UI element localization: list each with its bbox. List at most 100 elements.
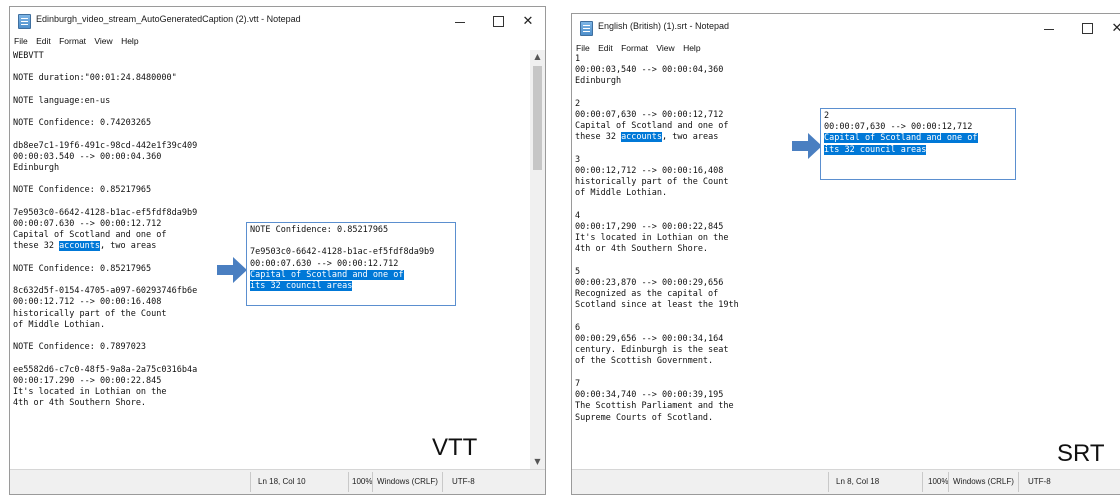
- menu-format[interactable]: Format: [621, 43, 648, 53]
- text-line: NOTE duration:"00:01:24.8480000": [13, 73, 177, 84]
- minimize-button[interactable]: [1030, 14, 1068, 43]
- close-button[interactable]: ✕: [509, 7, 545, 36]
- text-line: 00:00:07,630 --> 00:00:12,712: [575, 110, 724, 121]
- text-segment: , two areas: [662, 132, 719, 143]
- text-editor[interactable]: WEBVTT NOTE duration:"00:01:24.8480000" …: [13, 51, 197, 410]
- vtt-label: VTT: [432, 434, 478, 461]
- text-line: of Middle Lothian.: [13, 319, 106, 330]
- menu-edit[interactable]: Edit: [36, 36, 51, 46]
- text-line: 00:00:12.712 --> 00:00:16.408: [13, 297, 162, 308]
- text-line: NOTE language:en-us: [13, 95, 111, 106]
- menu-help[interactable]: Help: [121, 36, 138, 46]
- menu-edit[interactable]: Edit: [598, 43, 613, 53]
- menu-view[interactable]: View: [94, 36, 112, 46]
- text-line: [13, 197, 197, 208]
- text-line: Edinburgh: [13, 163, 60, 174]
- callout-highlight: its 32 council areas: [824, 144, 927, 155]
- text-line: Capital of Scotland and one of: [13, 230, 167, 241]
- menu-file[interactable]: File: [576, 43, 590, 53]
- text-line: It's located in Lothian on the: [575, 233, 729, 244]
- text-line: 00:00:29,656 --> 00:00:34,164: [575, 334, 724, 345]
- menu-help[interactable]: Help: [683, 43, 700, 53]
- callout-line: 7e9503c0-6642-4128-b1ac-ef5fdf8da9b9: [250, 247, 435, 258]
- text-line: 5: [575, 266, 581, 277]
- text-line: 6: [575, 322, 581, 333]
- text-line: Edinburgh: [575, 76, 622, 87]
- text-line: 00:00:03.540 --> 00:00:04.360: [13, 151, 162, 162]
- scroll-thumb[interactable]: [533, 66, 542, 170]
- status-divider: [948, 472, 949, 492]
- status-bar: Ln 18, Col 10 100% Windows (CRLF) UTF-8: [10, 469, 545, 494]
- window-title: English (British) (1).srt - Notepad: [598, 21, 730, 31]
- zoom-level: 100%: [352, 477, 373, 486]
- menu-bar: File Edit Format View Help: [10, 36, 545, 50]
- text-line: 00:00:17,290 --> 00:00:22,845: [575, 222, 724, 233]
- text-line: 4: [575, 210, 581, 221]
- vertical-scrollbar[interactable]: ▲ ▼: [530, 50, 545, 469]
- callout-highlight: Capital of Scotland and one of: [824, 133, 978, 144]
- notepad-icon: [580, 21, 593, 36]
- cursor-position: Ln 18, Col 10: [258, 477, 306, 486]
- text-line: [575, 144, 739, 155]
- callout-line: 00:00:07.630 --> 00:00:12.712: [250, 258, 399, 269]
- text-line: [575, 368, 739, 379]
- text-line: Scotland since at least the 19th: [575, 300, 739, 311]
- text-line: [13, 353, 197, 364]
- text-line: ee5582d6-c7c0-48f5-9a8a-2a75c0316b4a: [13, 364, 198, 375]
- text-line: [575, 256, 739, 267]
- callout-line: 2: [824, 111, 830, 121]
- text-line: NOTE Confidence: 0.85217965: [13, 185, 152, 196]
- text-line: 00:00:07.630 --> 00:00:12.712: [13, 219, 162, 230]
- close-button[interactable]: ✕: [1098, 14, 1120, 43]
- text-line: historically part of the Count: [575, 177, 729, 188]
- text-line: of Middle Lothian.: [575, 188, 668, 199]
- title-bar[interactable]: Edinburgh_video_stream_AutoGeneratedCapt…: [10, 7, 545, 36]
- status-divider: [442, 472, 443, 492]
- text-editor[interactable]: 1 00:00:03,540 --> 00:00:04,360 Edinburgh …: [575, 54, 739, 424]
- status-bar: Ln 8, Col 18 100% Windows (CRLF) UTF-8: [572, 469, 1120, 494]
- text-line: NOTE Confidence: 0.85217965: [13, 263, 152, 274]
- text-line: [13, 85, 197, 96]
- scroll-down-icon[interactable]: ▼: [530, 455, 545, 469]
- srt-notepad-window: English (British) (1).srt - Notepad ✕ Fi…: [571, 13, 1120, 495]
- window-title: Edinburgh_video_stream_AutoGeneratedCapt…: [36, 14, 301, 24]
- text-line: 7: [575, 378, 581, 389]
- scroll-up-icon[interactable]: ▲: [530, 50, 545, 64]
- menu-file[interactable]: File: [14, 36, 28, 46]
- text-line: db8ee7c1-19f6-491c-98cd-442e1f39c409: [13, 140, 198, 151]
- text-line: historically part of the Count: [13, 308, 167, 319]
- text-line: these 32 accounts, two areas: [13, 241, 197, 252]
- text-line: NOTE Confidence: 0.7897023: [13, 342, 147, 353]
- title-bar[interactable]: English (British) (1).srt - Notepad ✕: [572, 14, 1120, 43]
- menu-format[interactable]: Format: [59, 36, 86, 46]
- text-line: Recognized as the capital of: [575, 289, 719, 300]
- text-segment: , two areas: [100, 241, 157, 252]
- text-line: 4th or 4th Southern Shore.: [13, 398, 147, 409]
- vtt-callout: NOTE Confidence: 0.85217965 7e9503c0-664…: [246, 222, 456, 306]
- status-divider: [828, 472, 829, 492]
- callout-highlight: Capital of Scotland and one of: [250, 269, 404, 280]
- minimize-button[interactable]: [441, 7, 479, 36]
- text-line: [13, 331, 197, 342]
- selected-word: accounts: [59, 241, 101, 252]
- text-line: 00:00:34,740 --> 00:00:39,195: [575, 390, 724, 401]
- menu-view[interactable]: View: [656, 43, 674, 53]
- text-line: 00:00:03,540 --> 00:00:04,360: [575, 65, 724, 76]
- srt-callout: 2 00:00:07,630 --> 00:00:12,712 Capital of…: [820, 108, 1016, 180]
- text-segment: these 32: [13, 241, 60, 252]
- text-line: [13, 174, 197, 185]
- text-line: 00:00:23,870 --> 00:00:29,656: [575, 278, 724, 289]
- zoom-level: 100%: [928, 477, 949, 486]
- text-line: 8c632d5f-0154-4705-a097-60293746fb6e: [13, 286, 198, 297]
- arrow-right-icon: [792, 133, 822, 159]
- line-ending: Windows (CRLF): [377, 477, 438, 486]
- notepad-icon: [18, 14, 31, 29]
- text-line: 3: [575, 154, 581, 165]
- callout-line: [250, 236, 452, 247]
- text-line: these 32 accounts, two areas: [575, 132, 739, 143]
- text-line: [575, 312, 739, 323]
- status-divider: [250, 472, 251, 492]
- line-ending: Windows (CRLF): [953, 477, 1014, 486]
- text-line: [13, 62, 197, 73]
- text-line: It's located in Lothian on the: [13, 387, 167, 398]
